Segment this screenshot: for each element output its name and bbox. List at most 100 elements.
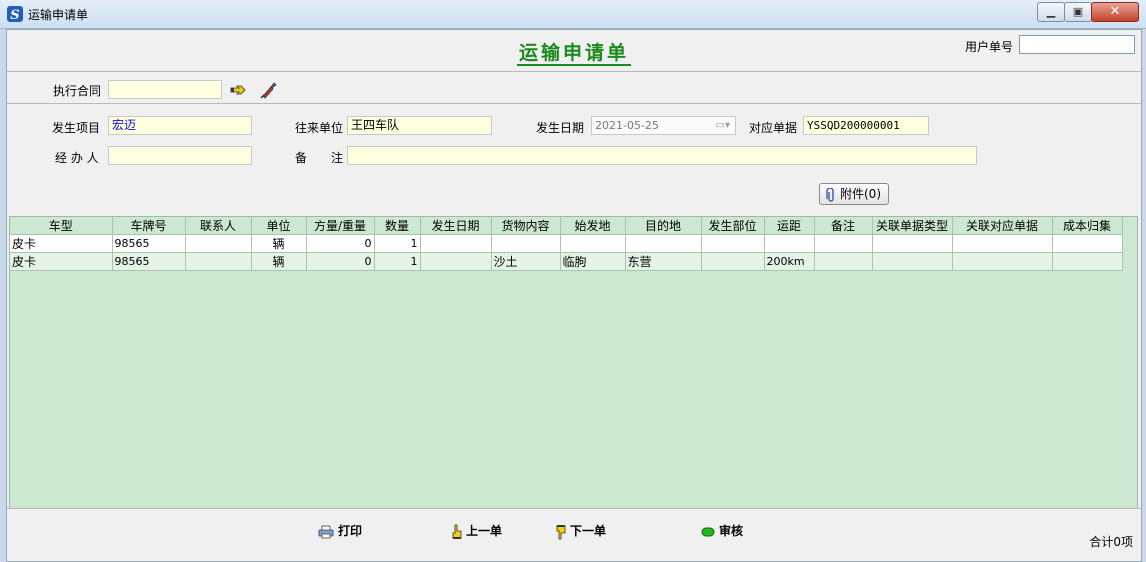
table-cell[interactable]: 临朐 (560, 252, 626, 271)
next-record-button[interactable]: 下一单 (554, 521, 606, 541)
project-label: 发生项目 (52, 121, 101, 135)
form-window: 运输申请单 用户单号 执行合同 发生项目 宏迈 往来单位 王四车队 发生日期 2… (6, 29, 1142, 562)
col-header[interactable]: 车牌号 (112, 217, 186, 235)
prev-record-button[interactable]: 上一单 (450, 521, 502, 541)
col-header[interactable]: 方量/重量 (306, 217, 375, 235)
date-label: 发生日期 (536, 121, 585, 135)
handler-label: 经 办 人 (55, 151, 99, 165)
maximize-icon: ▣ (1072, 5, 1084, 18)
section-divider (7, 103, 1141, 104)
table-cell[interactable]: 辆 (251, 252, 307, 271)
form-title-text: 运输申请单 (516, 42, 631, 66)
attachment-button[interactable]: 附件(0) (819, 183, 889, 205)
table-row[interactable]: 皮卡 98565 辆 0 1 沙土 临朐 东营 200km (10, 252, 1123, 271)
table-cell[interactable] (764, 234, 815, 253)
project-input[interactable]: 宏迈 (108, 116, 252, 135)
remark-label: 备 注 (295, 151, 344, 165)
col-header[interactable]: 成本归集 (1052, 217, 1123, 235)
minimize-icon: ▁ (1046, 5, 1056, 18)
table-cell[interactable] (560, 234, 626, 253)
partner-label: 往来单位 (295, 121, 344, 135)
table-cell[interactable] (814, 252, 873, 271)
window-titlebar: S 运输申请单 ▁ ▣ ✕ (0, 0, 1146, 29)
table-cell[interactable] (1052, 234, 1123, 253)
table-cell[interactable] (952, 252, 1053, 271)
col-header[interactable]: 备注 (814, 217, 873, 235)
contract-input[interactable] (108, 80, 222, 99)
user-no-label: 用户单号 (965, 40, 1014, 54)
transport-table: 车型 车牌号 联系人 单位 方量/重量 数量 发生日期 货物内容 始发地 目的地… (10, 217, 1123, 271)
prev-record-label: 上一单 (466, 524, 503, 538)
handler-input[interactable] (108, 146, 252, 165)
table-cell[interactable]: 0 (306, 234, 375, 253)
table-cell[interactable]: 200km (764, 252, 815, 271)
status-light-icon (701, 527, 715, 536)
paperclip-icon (826, 186, 834, 202)
col-header[interactable]: 运距 (764, 217, 815, 235)
table-cell[interactable] (701, 234, 765, 253)
table-cell[interactable] (185, 252, 252, 271)
table-cell[interactable] (1052, 252, 1123, 271)
table-cell[interactable] (420, 252, 492, 271)
audit-label: 审核 (719, 524, 744, 538)
table-cell[interactable]: 1 (374, 234, 421, 253)
print-label: 打印 (338, 524, 363, 538)
table-header-row: 车型 车牌号 联系人 单位 方量/重量 数量 发生日期 货物内容 始发地 目的地… (10, 217, 1123, 235)
close-button[interactable]: ✕ (1091, 2, 1139, 22)
table-cell[interactable]: 辆 (251, 234, 307, 253)
hand-up-icon (452, 524, 462, 539)
col-header[interactable]: 目的地 (625, 217, 702, 235)
col-header[interactable]: 发生部位 (701, 217, 765, 235)
hand-down-icon (556, 524, 566, 539)
col-header[interactable]: 车型 (10, 217, 113, 235)
transport-grid[interactable]: 车型 车牌号 联系人 单位 方量/重量 数量 发生日期 货物内容 始发地 目的地… (9, 216, 1138, 509)
table-cell[interactable] (814, 234, 873, 253)
table-cell[interactable] (952, 234, 1053, 253)
partner-input[interactable]: 王四车队 (347, 116, 492, 135)
table-cell[interactable]: 1 (374, 252, 421, 271)
table-cell[interactable]: 98565 (112, 234, 186, 253)
user-no-input[interactable] (1019, 35, 1135, 54)
ref-label: 对应单据 (749, 121, 798, 135)
date-value: 2021-05-25 (595, 119, 659, 132)
col-header[interactable]: 关联对应单据 (952, 217, 1053, 235)
table-cell[interactable]: 沙土 (491, 252, 561, 271)
table-cell[interactable] (420, 234, 492, 253)
clear-contract-icon[interactable] (260, 81, 278, 99)
svg-text:S: S (10, 8, 19, 22)
window-title: 运输申请单 (28, 8, 89, 22)
table-cell[interactable] (491, 234, 561, 253)
maximize-button[interactable]: ▣ (1064, 2, 1092, 22)
table-cell[interactable]: 皮卡 (10, 252, 113, 271)
col-header[interactable]: 单位 (251, 217, 307, 235)
remark-input[interactable] (347, 146, 977, 165)
printer-icon (318, 525, 334, 538)
contract-label: 执行合同 (53, 84, 102, 98)
table-cell[interactable]: 98565 (112, 252, 186, 271)
table-row[interactable]: 皮卡 98565 辆 0 1 (10, 234, 1123, 253)
col-header[interactable]: 始发地 (560, 217, 626, 235)
date-picker[interactable]: 2021-05-25 ▭▾ (591, 116, 736, 135)
table-cell[interactable] (872, 252, 953, 271)
table-cell[interactable] (185, 234, 252, 253)
minimize-button[interactable]: ▁ (1037, 2, 1065, 22)
table-cell[interactable] (872, 234, 953, 253)
table-cell[interactable] (701, 252, 765, 271)
table-cell[interactable] (625, 234, 702, 253)
col-header[interactable]: 货物内容 (491, 217, 561, 235)
table-cell[interactable]: 东营 (625, 252, 702, 271)
ref-input[interactable]: YSSQD200000001 (803, 116, 929, 135)
next-record-label: 下一单 (570, 524, 607, 538)
select-contract-icon[interactable] (229, 81, 247, 99)
table-cell[interactable]: 0 (306, 252, 375, 271)
app-logo-icon: S (7, 6, 23, 22)
table-cell[interactable]: 皮卡 (10, 234, 113, 253)
col-header[interactable]: 关联单据类型 (872, 217, 953, 235)
col-header[interactable]: 数量 (374, 217, 421, 235)
calendar-dropdown-icon[interactable]: ▭▾ (716, 117, 730, 134)
print-button[interactable]: 打印 (318, 521, 362, 541)
close-icon: ✕ (1109, 4, 1121, 19)
col-header[interactable]: 发生日期 (420, 217, 492, 235)
audit-button[interactable]: 审核 (701, 521, 743, 541)
col-header[interactable]: 联系人 (185, 217, 252, 235)
